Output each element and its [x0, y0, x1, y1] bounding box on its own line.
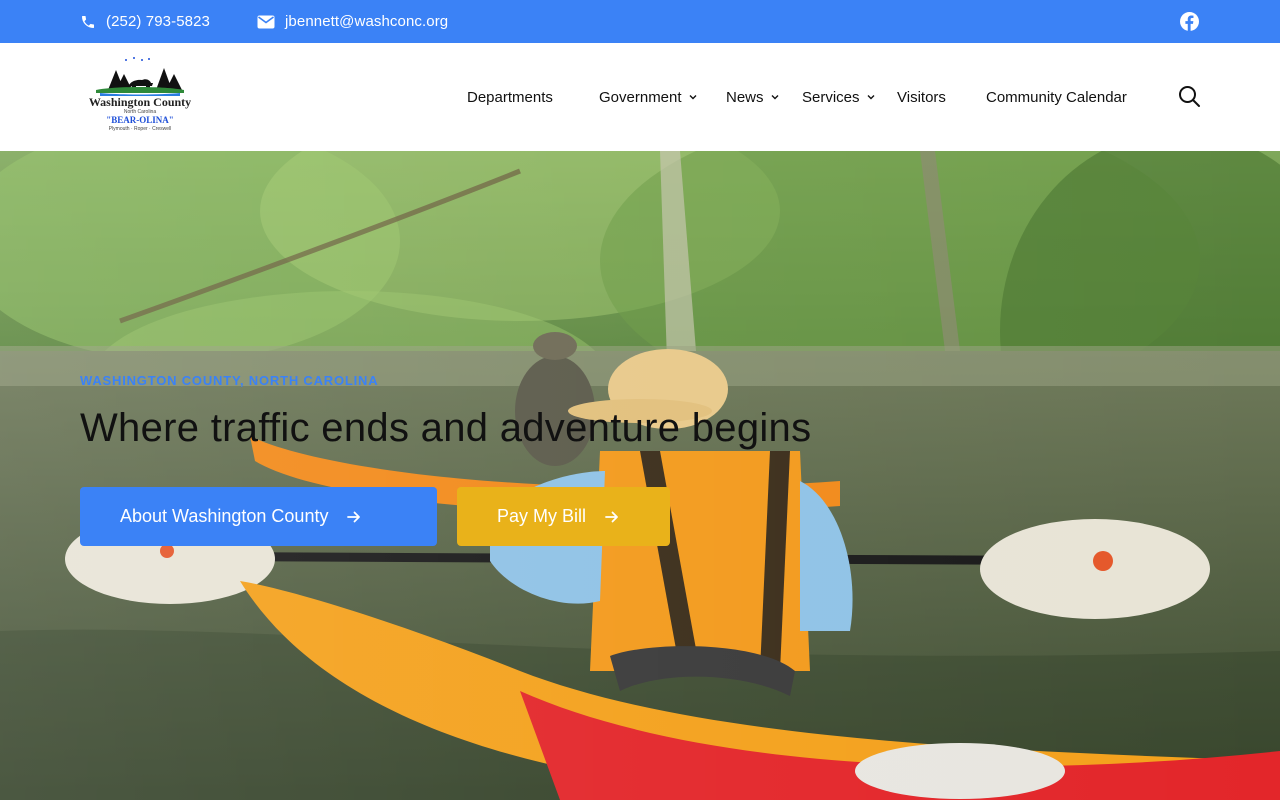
- nav-government-label: Government: [599, 88, 682, 106]
- nav-news[interactable]: News: [726, 87, 780, 107]
- envelope-icon: [257, 15, 275, 28]
- arrow-right-icon: [347, 511, 361, 522]
- nav-government[interactable]: Government: [599, 87, 698, 107]
- nav-departments[interactable]: Departments: [467, 87, 553, 107]
- top-contact-bar: (252) 793-5823 jbennett@washconc.org: [0, 0, 1280, 43]
- about-button-label: About Washington County: [120, 506, 329, 526]
- nav-visitors[interactable]: Visitors: [897, 87, 946, 107]
- nav-news-label: News: [726, 88, 764, 106]
- phone-icon: [82, 15, 94, 28]
- pay-button-label: Pay My Bill: [497, 506, 587, 526]
- main-nav: Departments Government News Services Vis…: [0, 43, 1280, 151]
- chevron-down-icon: [689, 95, 697, 100]
- site-header: Washington County North Carolina "BEAR-O…: [0, 43, 1280, 151]
- nav-community-calendar[interactable]: Community Calendar: [986, 87, 1127, 107]
- pay-my-bill-button[interactable]: Pay My Bill: [457, 487, 670, 546]
- hero-eyebrow: WASHINGTON COUNTY, NORTH CAROLINA: [80, 373, 379, 388]
- phone-number: (252) 793-5823: [106, 13, 210, 30]
- search-icon[interactable]: [1177, 84, 1201, 108]
- hero-overlay: [0, 151, 1280, 800]
- about-washington-county-button[interactable]: About Washington County: [80, 487, 437, 546]
- email-link[interactable]: jbennett@washconc.org: [257, 0, 448, 43]
- hero-section: WASHINGTON COUNTY, NORTH CAROLINA Where …: [0, 151, 1280, 800]
- phone-link[interactable]: (252) 793-5823: [80, 0, 210, 43]
- hero-headline: Where traffic ends and adventure begins: [80, 406, 812, 450]
- chevron-down-icon: [771, 95, 779, 100]
- nav-community-calendar-label: Community Calendar: [986, 88, 1127, 106]
- nav-departments-label: Departments: [467, 88, 553, 106]
- nav-services[interactable]: Services: [802, 87, 876, 107]
- arrow-right-icon: [605, 511, 618, 522]
- chevron-down-icon: [867, 95, 875, 100]
- nav-visitors-label: Visitors: [897, 88, 946, 106]
- email-address: jbennett@washconc.org: [285, 13, 449, 30]
- facebook-icon[interactable]: [1180, 12, 1199, 31]
- nav-services-label: Services: [802, 88, 860, 106]
